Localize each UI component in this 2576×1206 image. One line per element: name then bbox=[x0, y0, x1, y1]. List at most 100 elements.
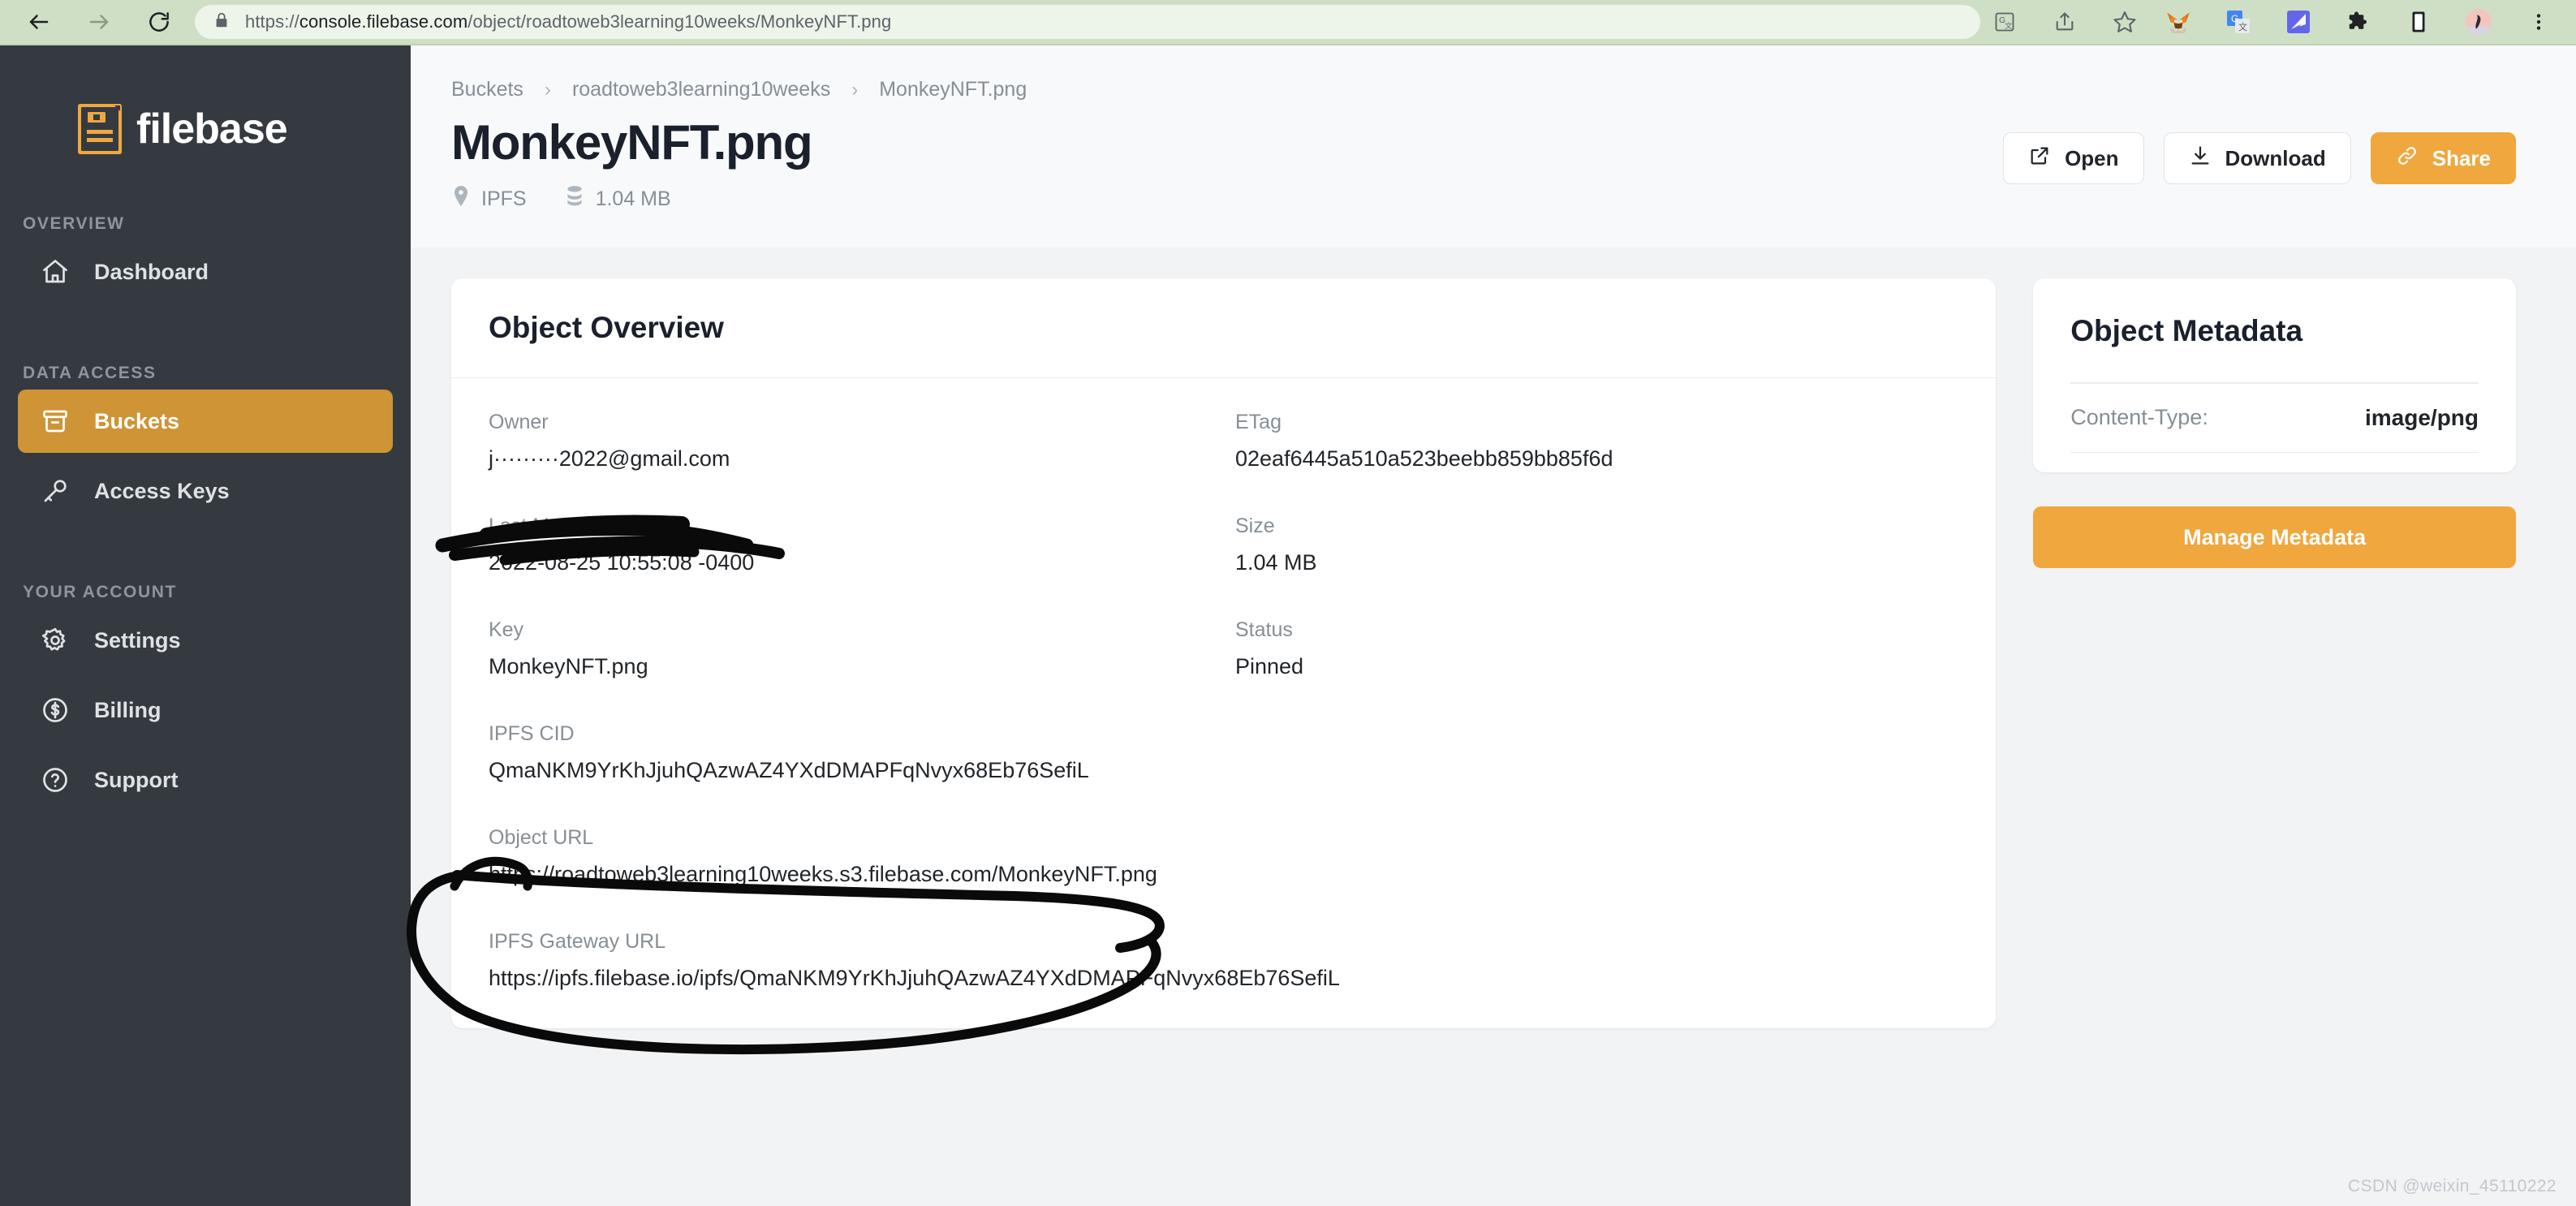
breadcrumb-bucket-name[interactable]: roadtoweb3learning10weeks bbox=[572, 78, 830, 101]
field-size: Size 1.04 MB bbox=[1235, 515, 1958, 575]
field-value-key: MonkeyNFT.png bbox=[489, 654, 648, 678]
metadata-value: image/png bbox=[2364, 404, 2479, 430]
svg-text:文: 文 bbox=[2005, 21, 2012, 30]
address-bar[interactable]: https://console.filebase.com/object/road… bbox=[195, 5, 1980, 39]
sidebar-right-column: Object Metadata Content-Type: image/png … bbox=[2033, 278, 2516, 1028]
field-label: ETag bbox=[1235, 411, 1282, 433]
filebase-console: filebase OVERVIEW Dashboard DATA ACCESS … bbox=[0, 45, 2576, 1206]
page-header: Buckets › roadtoweb3learning10weeks › Mo… bbox=[411, 45, 2576, 248]
network-chip: IPFS bbox=[451, 185, 527, 213]
dollar-circle-icon bbox=[39, 694, 71, 726]
forward-arrow-icon[interactable] bbox=[81, 4, 117, 40]
field-ipfs-gateway-url: IPFS Gateway URL https://ipfs.filebase.i… bbox=[489, 930, 1958, 991]
sidebar: filebase OVERVIEW Dashboard DATA ACCESS … bbox=[0, 45, 411, 1206]
field-value-status: Pinned bbox=[1235, 654, 1304, 678]
object-overview-card: Object Overview Owner j·········2022@gma… bbox=[451, 278, 1997, 1028]
sidebar-item-dashboard[interactable]: Dashboard bbox=[18, 240, 393, 304]
field-label: Last Modified bbox=[489, 515, 610, 537]
download-icon bbox=[2189, 144, 2212, 173]
google-translate-extension-icon[interactable]: G文 bbox=[2222, 6, 2255, 38]
sidebar-item-access-keys[interactable]: Access Keys bbox=[18, 459, 393, 523]
chevron-right-icon: › bbox=[851, 78, 859, 101]
reload-icon[interactable] bbox=[141, 4, 177, 40]
main-content: Buckets › roadtoweb3learning10weeks › Mo… bbox=[411, 45, 2576, 1206]
field-label: Size bbox=[1235, 515, 1275, 537]
field-value-ipfs-cid[interactable]: QmaNKM9YrKhJjuhQAzwAZ4YXdDMAPFqNvyx68Eb7… bbox=[489, 758, 1958, 783]
sidebar-item-buckets[interactable]: Buckets bbox=[18, 390, 393, 453]
puzzle-extensions-icon[interactable] bbox=[2342, 6, 2375, 38]
sidebar-item-billing[interactable]: Billing bbox=[18, 678, 393, 742]
metamask-extension-icon[interactable] bbox=[2162, 6, 2195, 38]
browser-nav-buttons bbox=[21, 4, 177, 40]
field-label: Object URL bbox=[489, 826, 594, 849]
external-link-icon bbox=[2028, 144, 2051, 173]
lock-icon bbox=[213, 11, 230, 33]
share-icon[interactable] bbox=[2048, 6, 2081, 38]
field-ipfs-cid: IPFS CID QmaNKM9YrKhJjuhQAzwAZ4YXdDMAPFq… bbox=[489, 722, 1958, 783]
metadata-row-content-type: Content-Type: image/png bbox=[2070, 384, 2479, 452]
divider bbox=[2070, 451, 2479, 453]
sidebar-item-label: Support bbox=[94, 767, 179, 792]
browser-toolbar: https://console.filebase.com/object/road… bbox=[0, 0, 2576, 45]
back-arrow-icon[interactable] bbox=[21, 4, 57, 40]
field-object-url: Object URL https://roadtoweb3learning10w… bbox=[489, 826, 1958, 887]
chrome-menu-icon[interactable] bbox=[2522, 6, 2555, 38]
sidebar-item-label: Access Keys bbox=[94, 478, 230, 503]
field-value-etag: 02eaf6445a510a523beebb859bb85f6d bbox=[1235, 446, 1613, 471]
field-etag: ETag 02eaf6445a510a523beebb859bb85f6d bbox=[1235, 411, 1958, 472]
object-overview-title: Object Overview bbox=[489, 311, 724, 344]
bucket-icon bbox=[39, 405, 71, 437]
open-button-label: Open bbox=[2065, 145, 2119, 170]
brand-name: filebase bbox=[136, 106, 288, 153]
object-overview-fields: Owner j·········2022@gmail.com ETag 02ea… bbox=[451, 378, 1996, 1028]
field-label: IPFS CID bbox=[489, 722, 575, 745]
sidebar-section-data-access: DATA ACCESS bbox=[23, 364, 157, 382]
translate-page-icon[interactable]: G文 bbox=[1988, 6, 2021, 38]
browser-extensions: G文 bbox=[2162, 6, 2555, 38]
download-button[interactable]: Download bbox=[2163, 132, 2351, 184]
location-pin-icon bbox=[451, 185, 471, 213]
page-title: MonkeyNFT.png bbox=[451, 115, 813, 170]
watermark: CSDN @weixin_45110222 bbox=[2348, 1177, 2557, 1195]
object-actions: Open Download Share bbox=[2003, 114, 2516, 184]
reading-list-icon[interactable] bbox=[2402, 6, 2435, 38]
field-label: Owner bbox=[489, 411, 549, 433]
download-button-label: Download bbox=[2225, 145, 2326, 170]
question-circle-icon bbox=[39, 764, 71, 796]
field-owner: Owner j·········2022@gmail.com bbox=[489, 411, 1235, 472]
field-value-ipfs-gateway-url[interactable]: https://ipfs.filebase.io/ipfs/QmaNKM9YrK… bbox=[489, 966, 1958, 991]
breadcrumb: Buckets › roadtoweb3learning10weeks › Mo… bbox=[451, 78, 2516, 101]
sidebar-item-label: Dashboard bbox=[94, 259, 209, 284]
omnibox-actions: G文 bbox=[1988, 6, 2162, 38]
share-button[interactable]: Share bbox=[2370, 132, 2516, 184]
gear-icon bbox=[39, 624, 71, 657]
size-chip: 1.04 MB bbox=[564, 185, 671, 213]
profile-avatar-icon[interactable] bbox=[2462, 6, 2495, 38]
field-value-object-url[interactable]: https://roadtoweb3learning10weeks.s3.fil… bbox=[489, 862, 1958, 887]
blue-extension-icon[interactable] bbox=[2282, 6, 2315, 38]
breadcrumb-object-name: MonkeyNFT.png bbox=[879, 78, 1027, 101]
breadcrumb-buckets[interactable]: Buckets bbox=[451, 78, 523, 101]
sidebar-item-settings[interactable]: Settings bbox=[18, 609, 393, 672]
sidebar-item-label: Billing bbox=[94, 697, 162, 722]
field-value-owner: j·········2022@gmail.com bbox=[489, 446, 730, 471]
svg-text:文: 文 bbox=[2238, 21, 2247, 32]
sidebar-item-label: Buckets bbox=[94, 408, 180, 433]
field-value-last-modified: 2022-08-25 10:55:08 -0400 bbox=[489, 550, 755, 575]
field-last-modified: Last Modified 2022-08-25 10:55:08 -0400 bbox=[489, 515, 1235, 575]
sidebar-item-support[interactable]: Support bbox=[18, 748, 393, 812]
metadata-key: Content-Type: bbox=[2070, 405, 2208, 429]
share-button-label: Share bbox=[2432, 145, 2491, 170]
bookmark-star-icon[interactable] bbox=[2109, 6, 2141, 38]
database-stack-icon bbox=[564, 185, 585, 213]
field-label: Status bbox=[1235, 618, 1293, 641]
filebase-logo-icon bbox=[78, 104, 122, 154]
open-button[interactable]: Open bbox=[2003, 132, 2144, 184]
field-value-size: 1.04 MB bbox=[1235, 550, 1317, 575]
brand-logo[interactable]: filebase bbox=[0, 45, 411, 154]
field-label: Key bbox=[489, 618, 524, 641]
field-status: Status Pinned bbox=[1235, 618, 1958, 679]
address-bar-url: https://console.filebase.com/object/road… bbox=[245, 11, 892, 32]
manage-metadata-button[interactable]: Manage Metadata bbox=[2033, 506, 2516, 568]
sidebar-item-label: Settings bbox=[94, 627, 181, 653]
